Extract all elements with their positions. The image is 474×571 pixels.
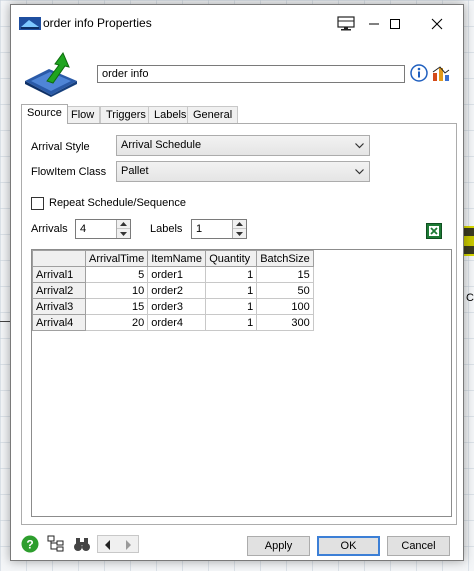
repeat-schedule-checkbox[interactable] xyxy=(31,197,44,210)
row-header[interactable]: Arrival3 xyxy=(32,298,86,315)
corner-header xyxy=(32,250,86,267)
arrivaltime-cell[interactable]: 20 xyxy=(84,314,149,331)
app-icon xyxy=(19,17,41,30)
properties-window: order info Properties order info Source … xyxy=(10,4,464,561)
monitor-icon xyxy=(337,16,355,31)
column-header-arrivaltime[interactable]: ArrivalTime xyxy=(84,250,149,267)
apply-button[interactable]: Apply xyxy=(247,536,310,556)
maximize-button[interactable] xyxy=(377,11,413,37)
back-arrow-icon[interactable] xyxy=(102,539,114,551)
row-header[interactable]: Arrival2 xyxy=(32,282,86,299)
table-row: Arrival1 5 order1 1 15 xyxy=(32,266,314,283)
quantity-cell[interactable]: 1 xyxy=(205,314,258,331)
source-object-icon xyxy=(25,51,77,97)
arrivaltime-cell[interactable]: 5 xyxy=(84,266,149,283)
arrivals-decrement-button[interactable] xyxy=(117,229,130,238)
flowitem-class-label: FlowItem Class xyxy=(31,166,107,178)
labels-spinner[interactable]: 1 xyxy=(191,219,247,239)
binoculars-icon[interactable] xyxy=(73,535,91,553)
tree-view-icon[interactable] xyxy=(47,535,65,553)
table-row: Arrival2 10 order2 1 50 xyxy=(32,282,314,299)
object-name-input[interactable] xyxy=(97,65,405,83)
flowitem-class-value: Pallet xyxy=(121,165,149,177)
labels-decrement-button[interactable] xyxy=(233,229,246,238)
excel-export-icon[interactable] xyxy=(426,223,442,239)
arrival-schedule-table: ArrivalTime ItemName Quantity BatchSize … xyxy=(31,249,452,517)
itemname-cell[interactable]: order1 xyxy=(147,266,207,283)
batchsize-cell[interactable]: 15 xyxy=(256,266,314,283)
triangle-up-icon xyxy=(120,222,127,226)
column-header-itemname[interactable]: ItemName xyxy=(147,250,207,267)
chevron-down-icon xyxy=(355,169,364,175)
tab-labels[interactable]: Labels xyxy=(148,106,193,124)
labels-spinner-buttons xyxy=(232,220,246,238)
labels-increment-button[interactable] xyxy=(233,220,246,229)
cancel-button[interactable]: Cancel xyxy=(387,536,450,556)
arrivals-spinner[interactable]: 4 xyxy=(75,219,131,239)
tab-general[interactable]: General xyxy=(187,106,239,124)
table-row: Arrival4 20 order4 1 300 xyxy=(32,314,314,331)
arrivals-spinner-buttons xyxy=(116,220,130,238)
table-row: Arrival3 15 order3 1 100 xyxy=(32,298,314,315)
batchsize-cell[interactable]: 100 xyxy=(256,298,314,315)
arrivaltime-cell[interactable]: 10 xyxy=(84,282,149,299)
tab-source[interactable]: Source xyxy=(21,104,68,124)
arrivals-value: 4 xyxy=(80,223,87,235)
flowitem-class-select[interactable]: Pallet xyxy=(116,161,370,182)
arrivals-label: Arrivals xyxy=(31,223,68,235)
schedule-grid: ArrivalTime ItemName Quantity BatchSize … xyxy=(32,250,314,331)
row-header[interactable]: Arrival4 xyxy=(32,314,86,331)
close-icon xyxy=(431,18,443,30)
arrival-style-value: Arrival Schedule xyxy=(121,139,202,151)
tab-triggers[interactable]: Triggers xyxy=(100,106,152,124)
column-header-batchsize[interactable]: BatchSize xyxy=(256,250,314,267)
itemname-cell[interactable]: order3 xyxy=(147,298,207,315)
quantity-cell[interactable]: 1 xyxy=(205,298,258,315)
row-header[interactable]: Arrival1 xyxy=(32,266,86,283)
arrival-style-select[interactable]: Arrival Schedule xyxy=(116,135,370,156)
repeat-schedule-label: Repeat Schedule/Sequence xyxy=(49,197,186,209)
title-bar: order info Properties xyxy=(11,5,463,41)
triangle-down-icon xyxy=(236,231,243,236)
tab-flow[interactable]: Flow xyxy=(65,106,101,124)
table-header-row: ArrivalTime ItemName Quantity BatchSize xyxy=(32,250,314,267)
ok-button[interactable]: OK xyxy=(317,536,380,556)
labels-value: 1 xyxy=(196,223,203,235)
column-header-quantity[interactable]: Quantity xyxy=(205,250,258,267)
itemname-cell[interactable]: order4 xyxy=(147,314,207,331)
svg-text:?: ? xyxy=(26,538,33,552)
triangle-up-icon xyxy=(236,222,243,226)
arrivaltime-cell[interactable]: 15 xyxy=(84,298,149,315)
window-title: order info Properties xyxy=(43,16,152,30)
maximize-icon xyxy=(390,19,400,29)
info-icon[interactable] xyxy=(410,64,428,82)
close-button[interactable] xyxy=(419,11,455,37)
help-icon[interactable]: ? xyxy=(21,535,39,553)
quantity-cell[interactable]: 1 xyxy=(205,266,258,283)
chevron-down-icon xyxy=(355,143,364,149)
arrival-style-label: Arrival Style xyxy=(31,141,90,153)
forward-arrow-icon[interactable] xyxy=(122,539,134,551)
batchsize-cell[interactable]: 50 xyxy=(256,282,314,299)
itemname-cell[interactable]: order2 xyxy=(147,282,207,299)
labels-label: Labels xyxy=(150,223,183,235)
triangle-down-icon xyxy=(120,231,127,236)
statistics-chart-icon[interactable] xyxy=(432,64,450,82)
quantity-cell[interactable]: 1 xyxy=(205,282,258,299)
navigation-group xyxy=(97,535,139,553)
batchsize-cell[interactable]: 300 xyxy=(256,314,314,331)
bottom-toolbar: ? Apply OK Cancel xyxy=(11,527,463,561)
background-object-label: C xyxy=(466,292,474,304)
arrivals-increment-button[interactable] xyxy=(117,220,130,229)
